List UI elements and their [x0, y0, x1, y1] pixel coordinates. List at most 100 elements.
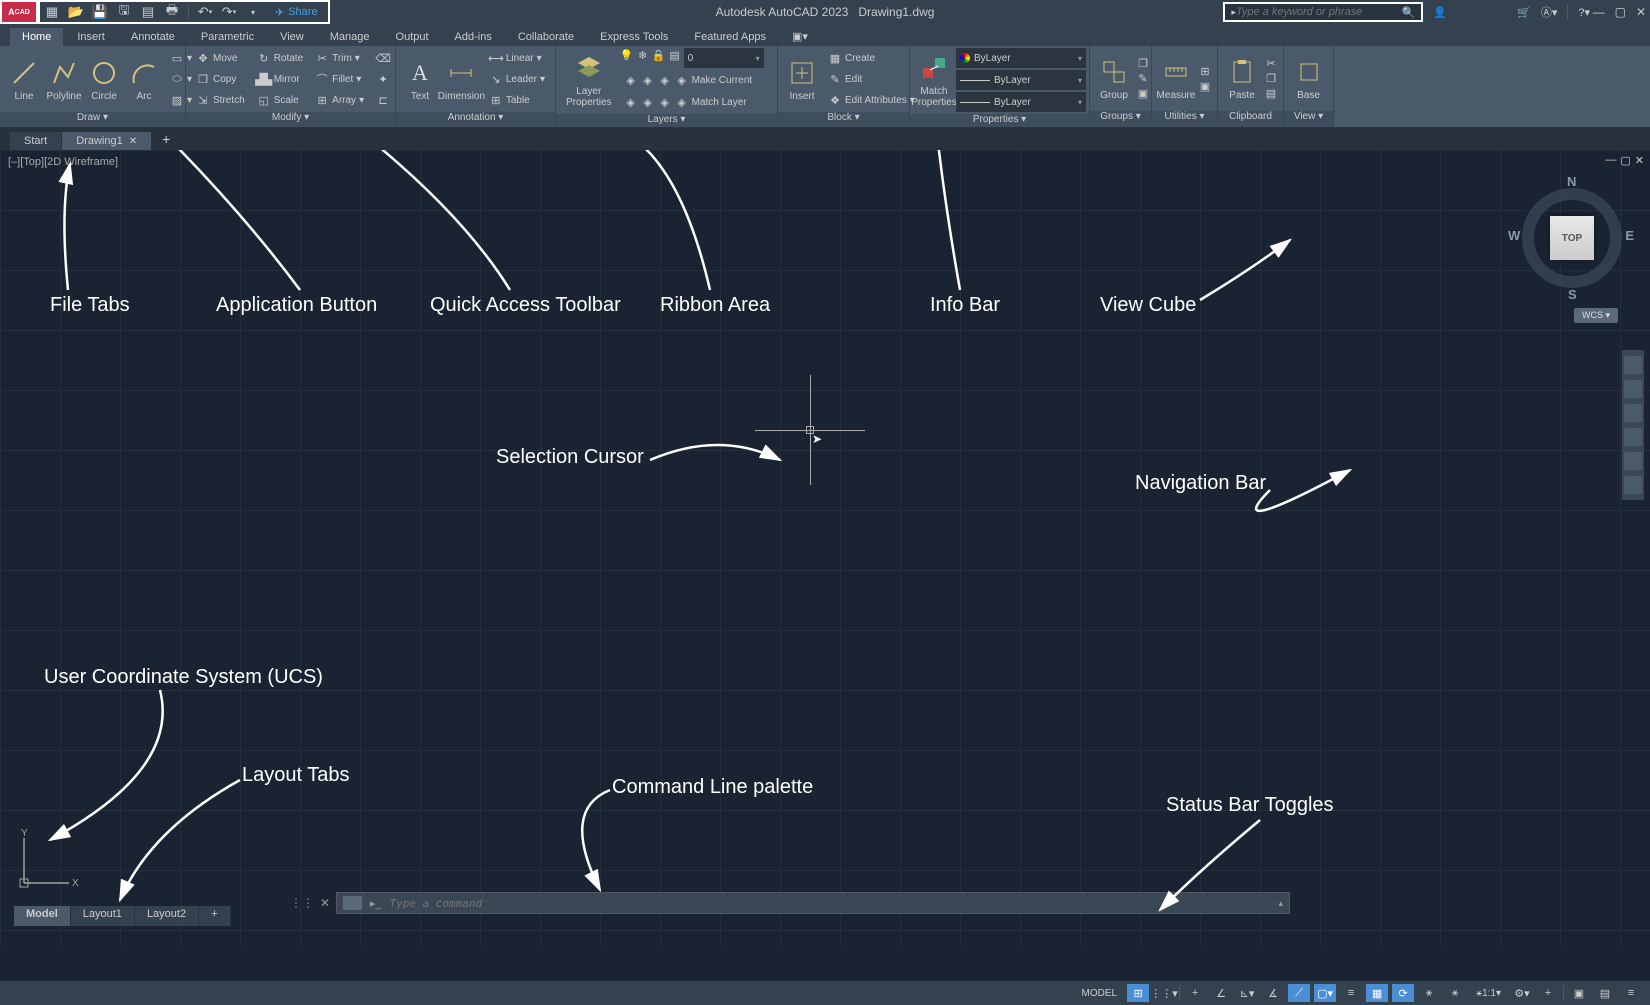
- tab-more-icon[interactable]: ▣▾: [780, 27, 820, 46]
- status-snap-icon[interactable]: ⋮⋮▾: [1153, 984, 1175, 1002]
- share-button[interactable]: ✈ Share: [269, 6, 324, 19]
- status-scale[interactable]: ⚹ 1:1▾: [1470, 984, 1507, 1002]
- drawing-area[interactable]: [–][Top][2D Wireframe] — ▢ ✕ N S E W TOP…: [0, 150, 1650, 946]
- fillet-button[interactable]: ⌒Fillet ▾: [311, 69, 368, 89]
- status-anno-icon[interactable]: ⚹: [1418, 984, 1440, 1002]
- select-icon[interactable]: ▣: [1198, 79, 1212, 93]
- make-current-button[interactable]: ◈◈◈◈Make Current: [620, 70, 764, 90]
- status-gear-icon[interactable]: ⚙▾: [1511, 984, 1533, 1002]
- command-input-box[interactable]: ▸_ ▴: [336, 892, 1290, 914]
- tab-home[interactable]: Home: [10, 28, 63, 46]
- panel-clipboard-title[interactable]: Clipboard: [1218, 111, 1283, 127]
- panel-utilities-title[interactable]: Utilities ▾: [1152, 111, 1217, 127]
- undo-icon[interactable]: ↶▾: [197, 4, 213, 20]
- panel-draw-title[interactable]: Draw ▾: [0, 112, 185, 127]
- search-input[interactable]: [1236, 6, 1402, 18]
- layout-tab-add[interactable]: +: [199, 906, 230, 926]
- panel-annotation-title[interactable]: Annotation ▾: [396, 112, 555, 127]
- vp-maximize-icon[interactable]: ▢: [1620, 154, 1630, 167]
- text-button[interactable]: AText: [402, 55, 438, 104]
- status-osnap-icon[interactable]: ∡: [1262, 984, 1284, 1002]
- saveas-icon[interactable]: 🖫: [116, 4, 132, 20]
- qat-more-icon[interactable]: ▾: [245, 4, 261, 20]
- cmd-close-icon[interactable]: ✕: [320, 896, 330, 910]
- array-button[interactable]: ⊞Array ▾: [311, 90, 368, 110]
- status-polar-icon[interactable]: ∠: [1210, 984, 1232, 1002]
- nav-more-icon[interactable]: [1624, 476, 1642, 494]
- measure-button[interactable]: Measure: [1158, 54, 1194, 103]
- status-iso-icon[interactable]: ⊾▾: [1236, 984, 1258, 1002]
- calc-icon[interactable]: ⊞: [1198, 64, 1212, 78]
- group-edit-icon[interactable]: ✎: [1136, 72, 1150, 86]
- status-grid-icon[interactable]: ⊞: [1127, 984, 1149, 1002]
- layout-tab-layout1[interactable]: Layout1: [71, 906, 135, 926]
- tab-close-icon[interactable]: ✕: [129, 136, 137, 147]
- status-cycle-icon[interactable]: ⟳: [1392, 984, 1414, 1002]
- match-properties-button[interactable]: MatchProperties: [916, 50, 952, 110]
- status-ortho-icon[interactable]: +: [1184, 984, 1206, 1002]
- offset-button[interactable]: ⊏: [372, 90, 394, 110]
- maximize-icon[interactable]: ▢: [1615, 5, 1626, 19]
- dimension-button[interactable]: Dimension: [442, 55, 481, 104]
- viewport-label[interactable]: [–][Top][2D Wireframe]: [8, 156, 118, 168]
- trim-button[interactable]: ✂Trim ▾: [311, 48, 368, 68]
- vp-close-icon[interactable]: ✕: [1635, 154, 1644, 167]
- save-icon[interactable]: 💾: [92, 4, 108, 20]
- status-otrack-icon[interactable]: ⟋: [1288, 984, 1310, 1002]
- copy-button[interactable]: ❐Copy: [192, 69, 249, 89]
- edit-block-button[interactable]: ✎Edit: [824, 69, 919, 89]
- panel-groups-title[interactable]: Groups ▾: [1090, 111, 1151, 127]
- tab-view[interactable]: View: [268, 28, 316, 46]
- status-plus-icon[interactable]: +: [1537, 984, 1559, 1002]
- copy-clip-icon[interactable]: ❐: [1264, 72, 1278, 86]
- status-ui-icon[interactable]: ▤: [1594, 984, 1616, 1002]
- panel-block-title[interactable]: Block ▾: [778, 112, 909, 127]
- open-icon[interactable]: 📂: [68, 4, 84, 20]
- status-ws-icon[interactable]: ▣: [1568, 984, 1590, 1002]
- file-tab-drawing1[interactable]: Drawing1✕: [62, 132, 151, 150]
- mirror-button[interactable]: ▟▙Mirror: [253, 69, 307, 89]
- status-anno2-icon[interactable]: ⚹: [1444, 984, 1466, 1002]
- arc-button[interactable]: Arc: [126, 55, 162, 104]
- paste-spec-icon[interactable]: ▤: [1264, 87, 1278, 101]
- paste-button[interactable]: Paste: [1224, 54, 1260, 103]
- rotate-button[interactable]: ↻Rotate: [253, 48, 307, 68]
- status-model[interactable]: MODEL: [1076, 984, 1124, 1002]
- tab-collaborate[interactable]: Collaborate: [506, 28, 586, 46]
- layer-plot-icon[interactable]: ▤: [668, 48, 682, 62]
- erase-button[interactable]: ⌫: [372, 48, 394, 68]
- file-tab-start[interactable]: Start: [10, 132, 61, 150]
- application-button[interactable]: ACAD: [0, 0, 38, 24]
- tab-express[interactable]: Express Tools: [588, 28, 680, 46]
- tab-insert[interactable]: Insert: [65, 28, 117, 46]
- cmd-handle-icon[interactable]: ⋮⋮: [290, 896, 314, 910]
- explode-button[interactable]: ✦: [372, 69, 394, 89]
- base-button[interactable]: Base: [1290, 54, 1327, 103]
- status-menu-icon[interactable]: ≡: [1620, 984, 1642, 1002]
- panel-view-title[interactable]: View ▾: [1284, 111, 1333, 127]
- group-button[interactable]: Group: [1096, 54, 1132, 103]
- lineweight-dropdown[interactable]: ByLayer▾: [956, 70, 1086, 90]
- status-lwt-icon[interactable]: ≡: [1340, 984, 1362, 1002]
- tab-featured[interactable]: Featured Apps: [682, 28, 778, 46]
- view-cube[interactable]: N S E W TOP: [1512, 178, 1632, 298]
- nav-orbit-icon[interactable]: [1624, 428, 1642, 446]
- ucs-indicator[interactable]: Y X: [14, 828, 84, 898]
- tab-addins[interactable]: Add-ins: [443, 28, 504, 46]
- cut-icon[interactable]: ✂: [1264, 57, 1278, 71]
- app-store-icon[interactable]: Ⓐ▾: [1541, 4, 1558, 20]
- layer-properties-button[interactable]: LayerProperties: [562, 50, 616, 110]
- tab-output[interactable]: Output: [384, 28, 441, 46]
- layout-tab-model[interactable]: Model: [14, 906, 71, 926]
- viewcube-south[interactable]: S: [1568, 287, 1577, 302]
- insert-button[interactable]: Insert: [784, 55, 820, 104]
- command-input[interactable]: [389, 897, 1270, 910]
- nav-zoom-icon[interactable]: [1624, 404, 1642, 422]
- cart-icon[interactable]: 🛒: [1517, 6, 1531, 19]
- cloud-icon[interactable]: ▤: [140, 4, 156, 20]
- create-button[interactable]: ▦Create: [824, 48, 919, 68]
- search-box[interactable]: ▸ 🔍: [1223, 2, 1423, 22]
- nav-wheel-icon[interactable]: [1624, 356, 1642, 374]
- edit-attr-button[interactable]: ❖Edit Attributes ▾: [824, 90, 919, 110]
- nav-pan-icon[interactable]: [1624, 380, 1642, 398]
